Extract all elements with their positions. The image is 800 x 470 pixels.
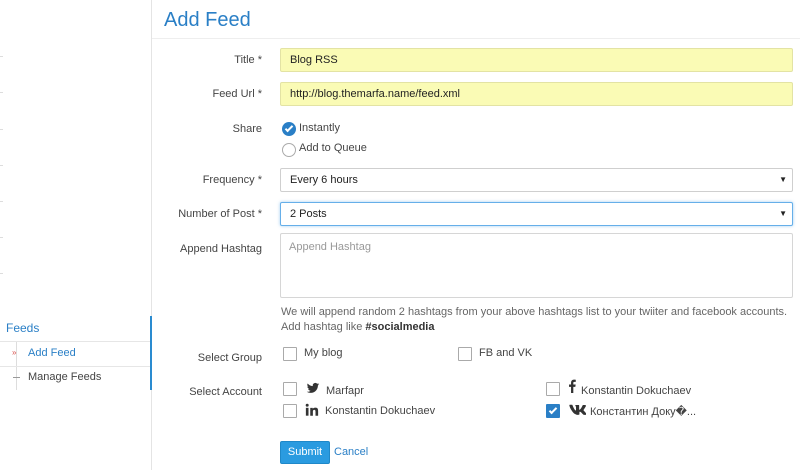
title-label: Title *	[234, 54, 262, 66]
sidebar: Feeds » Add Feed Manage Feeds	[0, 0, 152, 470]
account-twitter-checkbox[interactable]	[283, 382, 297, 396]
number-of-post-label: Number of Post *	[178, 208, 262, 220]
feed-url-label: Feed Url *	[212, 88, 262, 100]
number-of-post-value: 2 Posts	[290, 208, 327, 220]
help-text: We will append random 2 hashtags from yo…	[281, 306, 788, 333]
group-my-blog-label[interactable]: My blog	[304, 347, 343, 359]
arrow-right-icon: »	[12, 348, 17, 357]
share-instantly-label[interactable]: Instantly	[299, 122, 340, 134]
sidebar-item-label: Manage Feeds	[28, 371, 102, 383]
share-queue-radio[interactable]	[282, 143, 296, 157]
sidebar-tick	[0, 165, 3, 166]
append-hashtag-help: We will append random 2 hashtags from yo…	[281, 305, 793, 335]
title-input[interactable]: Blog RSS	[280, 48, 793, 72]
title-divider	[152, 38, 800, 39]
account-name: Konstantin Dokuchaev	[325, 405, 436, 417]
sidebar-item-label: Add Feed	[28, 347, 76, 359]
sidebar-tick	[0, 56, 3, 57]
facebook-icon	[565, 379, 579, 393]
group-my-blog-checkbox[interactable]	[283, 347, 297, 361]
account-linkedin-checkbox[interactable]	[283, 404, 297, 418]
account-facebook-checkbox[interactable]	[546, 382, 560, 396]
append-hashtag-label: Append Hashtag	[180, 243, 262, 255]
account-name: Marfapr	[326, 385, 364, 397]
account-name: Константин Доку�...	[590, 406, 697, 418]
sidebar-item-manage-feeds[interactable]: Manage Feeds	[0, 366, 150, 390]
sidebar-tick	[0, 201, 3, 202]
linkedin-icon	[305, 403, 319, 417]
caret-down-icon: ▼	[779, 175, 787, 184]
twitter-icon	[306, 381, 320, 395]
sidebar-tick	[0, 92, 3, 93]
page-title: Add Feed	[164, 9, 251, 31]
number-of-post-select[interactable]: 2 Posts ▼	[280, 202, 793, 226]
frequency-select[interactable]: Every 6 hours ▼	[280, 168, 793, 192]
submit-button[interactable]: Submit	[280, 441, 330, 464]
frequency-label: Frequency *	[202, 174, 262, 186]
feed-url-input[interactable]: http://blog.themarfa.name/feed.xml	[280, 82, 793, 106]
sidebar-item-add-feed[interactable]: » Add Feed	[0, 342, 150, 366]
sidebar-tick	[0, 237, 3, 238]
caret-down-icon: ▼	[779, 209, 787, 218]
vk-icon	[568, 403, 586, 417]
sidebar-tick	[0, 129, 3, 130]
account-vk-checkbox[interactable]	[546, 404, 560, 418]
sidebar-section-title[interactable]: Feeds	[6, 321, 39, 335]
tree-dash-icon	[13, 377, 20, 378]
share-label: Share	[232, 123, 262, 135]
group-fb-vk-label[interactable]: FB and VK	[479, 347, 532, 359]
help-example: #socialmedia	[365, 321, 435, 333]
group-fb-vk-checkbox[interactable]	[458, 347, 472, 361]
sidebar-feeds-section: Feeds » Add Feed Manage Feeds	[0, 316, 152, 390]
share-queue-label[interactable]: Add to Queue	[299, 142, 367, 154]
account-name: Konstantin Dokuchaev	[581, 385, 692, 397]
frequency-value: Every 6 hours	[290, 174, 358, 186]
select-group-label: Select Group	[197, 352, 262, 364]
append-hashtag-textarea[interactable]: Append Hashtag	[280, 233, 793, 298]
sidebar-tick	[0, 273, 3, 274]
cancel-link[interactable]: Cancel	[334, 446, 368, 458]
share-instantly-radio[interactable]	[282, 122, 296, 136]
select-account-label: Select Account	[189, 386, 262, 398]
